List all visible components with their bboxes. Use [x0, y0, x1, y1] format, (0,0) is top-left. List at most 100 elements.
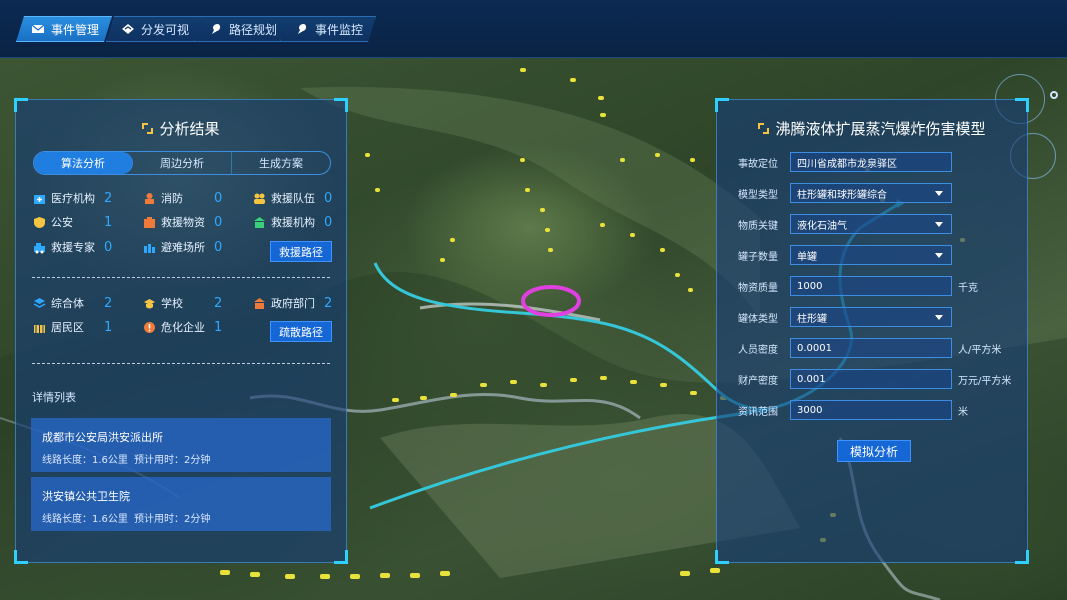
stat-value: 1 [214, 319, 223, 335]
nav-tab-event-monitoring[interactable]: 事件监控 [280, 16, 376, 42]
rescue-org-icon [254, 216, 265, 228]
field-unit: 米 [958, 406, 968, 418]
stat-value: 0 [214, 239, 223, 255]
stat-value: 2 [104, 190, 113, 206]
complex-icon [33, 297, 46, 308]
tab-surrounding-analysis[interactable]: 周边分析 [133, 152, 232, 174]
stat-rescue-org[interactable]: 救援机构 0 [253, 214, 332, 230]
detail-length: 线路长度：1.6公里 [42, 455, 128, 466]
tab-generate-plan[interactable]: 生成方案 [232, 152, 330, 174]
top-nav-bar: 事件管理 分发可视 路径规划 事件监控 [0, 0, 1067, 58]
field-value: 3000 [797, 404, 823, 416]
evacuation-route-button[interactable]: 疏散路径 [270, 321, 332, 342]
title-bracket-icon [142, 123, 154, 134]
nav-tab-label: 分发可视 [141, 22, 190, 37]
analysis-result-panel: 分析结果 算法分析 周边分析 生成方案 医疗机构 2 消防 0 救援队伍 0 公… [14, 98, 348, 564]
field-value: 液化石油气 [797, 220, 847, 232]
title-bracket-icon [758, 123, 770, 134]
stat-rescue-team[interactable]: 救援队伍 0 [253, 190, 332, 206]
property-density-input[interactable]: 0.001 [790, 369, 952, 389]
analysis-tabs: 算法分析 周边分析 生成方案 [33, 151, 331, 175]
rescue-route-button[interactable]: 救援路径 [270, 241, 332, 262]
stat-expert[interactable]: 救援专家 0 [33, 239, 112, 255]
nav-tab-label: 路径规划 [229, 22, 278, 37]
mail-icon [31, 22, 45, 36]
field-label: 罐体类型 [738, 313, 778, 325]
stat-hazard[interactable]: 危化企业 1 [143, 319, 222, 335]
stat-value: 0 [104, 239, 113, 255]
stat-fire[interactable]: 消防 0 [143, 190, 222, 206]
simulate-analysis-button[interactable]: 模拟分析 [837, 440, 911, 462]
detail-name: 洪安镇公共卫生院 [42, 490, 130, 503]
field-label: 物资质量 [738, 282, 778, 294]
stat-value: 0 [324, 190, 333, 206]
stat-school[interactable]: 学校 2 [143, 295, 222, 311]
field-label: 资讯范围 [738, 406, 778, 418]
mass-input[interactable]: 1000 [790, 276, 952, 296]
stat-label: 学校 [161, 297, 183, 310]
stat-label: 救援物资 [161, 216, 205, 229]
stat-label: 政府部门 [271, 297, 315, 310]
monitor-icon [295, 22, 309, 36]
detail-time: 预计用时：2分钟 [134, 455, 211, 466]
school-icon [144, 298, 155, 308]
stat-medical[interactable]: 医疗机构 2 [33, 190, 112, 206]
stat-value: 0 [214, 190, 223, 206]
stat-value: 1 [104, 214, 113, 230]
detail-name: 成都市公安局洪安派出所 [42, 431, 163, 444]
field-unit: 人/平方米 [958, 344, 1002, 356]
stat-shelter[interactable]: 避难场所 0 [143, 239, 222, 255]
stat-residential[interactable]: 居民区 1 [33, 319, 112, 335]
supplies-icon [144, 216, 155, 228]
detail-length: 线路长度：1.6公里 [42, 514, 128, 525]
locate-icon[interactable] [1050, 91, 1058, 99]
police-icon [34, 216, 45, 228]
divider [32, 363, 330, 364]
nav-tab-distribution[interactable]: 分发可视 [106, 16, 202, 42]
stat-government[interactable]: 政府部门 2 [253, 295, 332, 311]
field-value: 1000 [797, 280, 823, 292]
stat-label: 居民区 [51, 321, 84, 334]
field-value: 单罐 [797, 251, 817, 263]
stat-label: 救援队伍 [271, 192, 315, 205]
stat-value: 2 [214, 295, 223, 311]
field-value: 0.001 [797, 373, 826, 385]
caret-down-icon [935, 253, 943, 258]
hospital-icon [34, 194, 45, 204]
nav-tab-event-management[interactable]: 事件管理 [16, 16, 112, 42]
substance-select[interactable]: 液化石油气 [790, 214, 952, 234]
field-value: 柱形罐 [797, 313, 827, 325]
shelter-icon [144, 243, 155, 253]
route-icon [209, 22, 223, 36]
stat-value: 2 [324, 295, 333, 311]
stat-complex[interactable]: 综合体 2 [33, 295, 112, 311]
caret-down-icon [935, 191, 943, 196]
stat-supplies[interactable]: 救援物资 0 [143, 214, 222, 230]
field-value: 四川省成都市龙泉驿区 [797, 158, 897, 170]
people-density-input[interactable]: 0.0001 [790, 338, 952, 358]
range-input[interactable]: 3000 [790, 400, 952, 420]
stat-label: 消防 [161, 192, 183, 205]
tab-algorithm-analysis[interactable]: 算法分析 [34, 152, 133, 174]
stat-label: 公安 [51, 216, 73, 229]
rescue-team-icon [254, 193, 265, 204]
panel-title-text: 分析结果 [159, 120, 220, 138]
field-label: 模型类型 [738, 189, 778, 201]
detail-card[interactable]: 成都市公安局洪安派出所 线路长度：1.6公里 预计用时：2分钟 [31, 418, 331, 472]
nav-tab-route-planning[interactable]: 路径规划 [194, 16, 290, 42]
nav-tab-label: 事件管理 [51, 22, 100, 37]
location-input[interactable]: 四川省成都市龙泉驿区 [790, 152, 952, 172]
tank-count-select[interactable]: 单罐 [790, 245, 952, 265]
caret-down-icon [935, 222, 943, 227]
field-unit: 千克 [958, 282, 978, 294]
panel-title-text: 沸腾液体扩展蒸汽爆炸伤害模型 [775, 120, 986, 138]
field-label: 财产密度 [738, 375, 778, 387]
stat-value: 0 [324, 214, 333, 230]
field-label: 物质关键 [738, 220, 778, 232]
fire-station-icon [145, 192, 154, 204]
tank-type-select[interactable]: 柱形罐 [790, 307, 952, 327]
residential-icon [34, 324, 45, 333]
stat-police[interactable]: 公安 1 [33, 214, 112, 230]
detail-card[interactable]: 洪安镇公共卫生院 线路长度：1.6公里 预计用时：2分钟 [31, 477, 331, 531]
model-type-select[interactable]: 柱形罐和球形罐综合 [790, 183, 952, 203]
